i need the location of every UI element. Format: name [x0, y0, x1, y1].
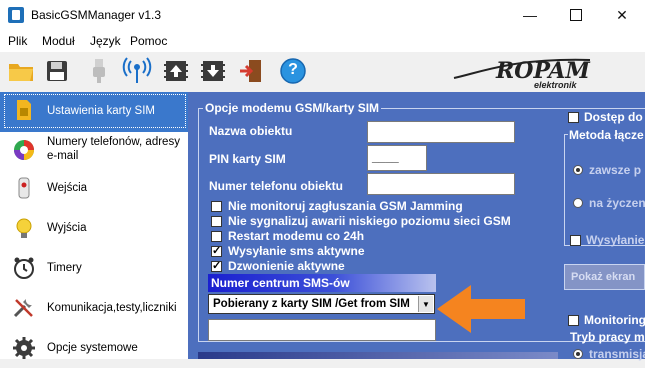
- checkbox-remote-access[interactable]: [568, 112, 579, 123]
- sms-center-select[interactable]: Pobierany z karty SIM /Get from SIM ▼: [208, 294, 435, 314]
- menu-help[interactable]: Pomoc: [130, 34, 167, 48]
- menu-bar: Plik Moduł Język Pomoc: [0, 30, 645, 52]
- radio-on-request-label: na życzen: [589, 196, 645, 210]
- logo-sub: elektronik: [534, 80, 578, 90]
- sim-card-icon: [17, 100, 31, 120]
- menu-language[interactable]: Język: [90, 34, 121, 48]
- nav-item-sim-settings[interactable]: Ustawienia karty SIM: [0, 92, 188, 132]
- checkbox-jamming-label: Nie monitoruj zagłuszania GSM Jamming: [228, 199, 463, 213]
- nav-item-label: Timery: [47, 262, 82, 274]
- help-glyph: ?: [288, 61, 298, 78]
- window-title: BasicGSMManager v1.3: [31, 8, 162, 22]
- object-name-label: Nazwa obiektu: [209, 124, 293, 138]
- radio-always-label: zawsze p: [589, 163, 642, 177]
- lightbulb-output-icon: [16, 218, 32, 238]
- show-screen-button[interactable]: Pokaż ekran: [564, 264, 645, 290]
- orange-arrow-annotation: [437, 285, 525, 333]
- remote-access-label: Dostęp do: [584, 110, 643, 124]
- sms-center-header: Numer centrum SMS-ów: [208, 274, 436, 292]
- checkbox-sms-active[interactable]: [211, 244, 222, 257]
- checkbox-restart[interactable]: [211, 231, 222, 242]
- checkbox-low-signal-label: Nie sygnalizuj awarii niskiego poziomu s…: [228, 214, 511, 228]
- object-name-field[interactable]: [367, 121, 515, 143]
- help-icon[interactable]: ?: [278, 56, 308, 86]
- maximize-icon: [570, 9, 582, 21]
- pin-label: PIN karty SIM: [209, 152, 286, 166]
- checkbox-restart-label: Restart modemu co 24h: [228, 229, 365, 243]
- sms-center-header-label: Numer centrum SMS-ów: [211, 276, 350, 290]
- radio-always[interactable]: [573, 165, 583, 175]
- left-nav: Ustawienia karty SIM Numery telefonów, a…: [0, 92, 189, 359]
- show-screen-label: Pokaż ekran: [571, 271, 636, 283]
- contacts-pie-icon: [14, 140, 34, 160]
- chip-download-icon[interactable]: [198, 56, 228, 86]
- main-panel: Opcje modemu GSM/karty SIM Nazwa obiektu…: [188, 92, 645, 361]
- nav-item-timers[interactable]: Timery: [0, 248, 188, 288]
- nav-item-label: Opcje systemowe: [47, 342, 138, 354]
- menu-module[interactable]: Moduł: [42, 34, 75, 48]
- close-button[interactable]: ✕: [599, 0, 645, 30]
- nav-item-label: Komunikacja,testy,liczniki: [47, 302, 177, 314]
- checkbox-sending[interactable]: [570, 235, 581, 246]
- radio-on-request[interactable]: [573, 198, 583, 208]
- sms-center-selected: Pobierany z karty SIM /Get from SIM: [213, 298, 410, 310]
- connection-method-group: [564, 134, 645, 246]
- nav-item-label: Numery telefonów, adresy e-mail: [47, 136, 180, 162]
- sms-center-manual-field[interactable]: [208, 319, 436, 341]
- chevron-down-icon[interactable]: ▼: [418, 296, 433, 312]
- nav-item-label: Wejścia: [47, 182, 88, 194]
- checkbox-low-signal[interactable]: [211, 216, 222, 227]
- nav-item-label: Wyjścia: [47, 222, 87, 234]
- checkbox-monitoring[interactable]: [568, 315, 579, 326]
- bottom-strip: [198, 352, 558, 359]
- monitoring-label: Monitoring: [584, 313, 645, 327]
- folder-open-icon[interactable]: [6, 56, 36, 86]
- pin-field[interactable]: ____: [367, 145, 427, 171]
- ropam-logo: ROPAM elektronik: [453, 58, 590, 90]
- pin-value: ____: [372, 150, 399, 164]
- nav-item-system-options[interactable]: Opcje systemowe: [0, 328, 188, 368]
- maximize-button[interactable]: [553, 0, 599, 30]
- phone-label: Numer telefonu obiektu: [209, 179, 344, 193]
- gear-icon: [13, 337, 35, 359]
- nav-item-inputs[interactable]: Wejścia: [0, 168, 188, 208]
- nav-item-communication[interactable]: Komunikacja,testy,liczniki: [0, 288, 188, 328]
- mode-label: Tryb pracy m: [570, 330, 645, 344]
- radio-transmission[interactable]: [573, 349, 583, 359]
- checkbox-jamming[interactable]: [211, 201, 222, 212]
- checkbox-sms-active-label: Wysyłanie sms aktywne: [228, 244, 365, 258]
- title-bar: BasicGSMManager v1.3 — ✕: [0, 0, 645, 30]
- connection-method-label: Metoda łącze: [568, 128, 645, 142]
- usb-plug-icon[interactable]: [84, 56, 114, 86]
- nav-item-outputs[interactable]: Wyjścia: [0, 208, 188, 248]
- alarm-clock-icon: [14, 257, 34, 279]
- group-title: Opcje modemu GSM/karty SIM: [203, 101, 382, 115]
- antenna-signal-icon[interactable]: [122, 56, 152, 86]
- sending-label: Wysyłanie: [586, 233, 645, 247]
- tools-icon: [13, 299, 33, 318]
- chip-upload-icon[interactable]: [161, 56, 191, 86]
- phone-field[interactable]: [367, 173, 515, 195]
- exit-door-icon[interactable]: [236, 56, 266, 86]
- nav-item-label: Ustawienia karty SIM: [47, 105, 156, 117]
- app-icon: [8, 7, 24, 23]
- sensor-input-icon: [18, 177, 30, 199]
- nav-item-contacts[interactable]: Numery telefonów, adresy e-mail: [0, 130, 188, 170]
- menu-file[interactable]: Plik: [8, 34, 27, 48]
- save-floppy-icon[interactable]: [42, 56, 72, 86]
- minimize-button[interactable]: —: [507, 0, 553, 30]
- checkbox-calling-active-label: Dzwonienie aktywne: [228, 259, 345, 273]
- checkbox-calling-active[interactable]: [211, 259, 222, 272]
